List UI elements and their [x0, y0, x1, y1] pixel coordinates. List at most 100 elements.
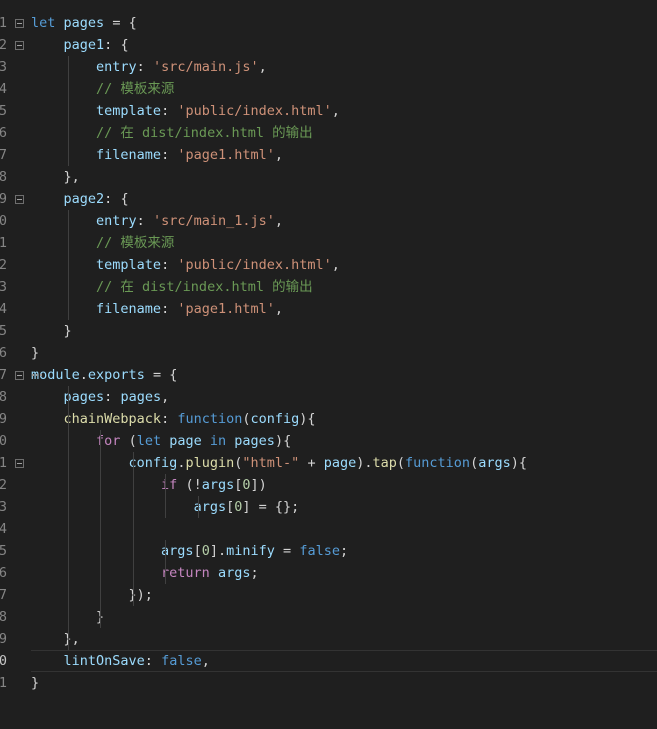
code-line[interactable]: }); — [31, 584, 657, 606]
code-token: chainWebpack — [63, 411, 162, 427]
line-number: 10 — [0, 213, 7, 229]
code-token: // 模板来源 — [96, 235, 175, 251]
code-line[interactable]: // 在 dist/index.html 的输出 — [31, 122, 657, 144]
code-line[interactable]: args[0] = {}; — [31, 496, 657, 518]
code-line[interactable]: filename: 'page1.html', — [31, 298, 657, 320]
code-line[interactable] — [31, 518, 657, 540]
line-number: 2 — [0, 37, 7, 53]
code-line[interactable]: if (!args[0]) — [31, 474, 657, 496]
code-token: pages — [234, 433, 275, 449]
code-token: plugin — [185, 455, 235, 471]
code-line[interactable]: }, — [31, 628, 657, 650]
code-line[interactable]: template: 'public/index.html', — [31, 254, 657, 276]
code-token: { — [128, 15, 137, 31]
current-code-line[interactable]: lintOnSave: false, — [31, 650, 657, 672]
code-token: page2 — [63, 191, 105, 207]
code-line[interactable]: } — [31, 342, 657, 364]
code-line[interactable]: chainWebpack: function(config){ — [31, 408, 657, 430]
code-token: , — [331, 257, 340, 273]
code-token: "html-" — [242, 455, 300, 471]
line-number: 4 — [0, 81, 7, 97]
code-line[interactable]: // 在 dist/index.html 的输出 — [31, 276, 657, 298]
line-number: 16 — [0, 345, 7, 361]
code-token: template — [96, 103, 162, 119]
code-token: 'public/index.html' — [177, 257, 332, 273]
line-number: 5 — [0, 103, 7, 119]
code-token: ; — [250, 565, 259, 581]
code-editor[interactable]: 1234567891011121314151617181920212223242… — [0, 0, 657, 729]
code-line[interactable]: page1: { — [31, 34, 657, 56]
line-number: 30 — [0, 653, 7, 669]
code-token: { — [120, 37, 129, 53]
fold-collapse-icon[interactable] — [15, 459, 24, 468]
indent-guide — [165, 474, 166, 518]
code-line[interactable]: }, — [31, 166, 657, 188]
code-token: minify — [226, 543, 275, 559]
code-token: [ — [226, 499, 235, 515]
code-line[interactable]: page2: { — [31, 188, 657, 210]
line-number: 13 — [0, 279, 7, 295]
code-token: false — [299, 543, 340, 559]
code-line[interactable]: module.exports = { — [31, 364, 657, 386]
fold-collapse-icon[interactable] — [15, 371, 24, 380]
line-number: 22 — [0, 477, 7, 493]
code-line[interactable]: return args; — [31, 562, 657, 584]
code-token: exports — [87, 367, 145, 383]
indent-guide — [100, 430, 101, 628]
code-line[interactable]: } — [31, 606, 657, 628]
indent-guide — [68, 56, 69, 166]
code-token: . — [79, 367, 88, 383]
code-line[interactable]: entry: 'src/main.js', — [31, 56, 657, 78]
code-token: : — [161, 301, 170, 317]
code-line[interactable]: config.plugin("html-" + page).tap(functi… — [31, 452, 657, 474]
line-number: 24 — [0, 521, 7, 537]
code-line[interactable]: filename: 'page1.html', — [31, 144, 657, 166]
code-token: : — [136, 213, 145, 229]
code-token: pages — [120, 389, 162, 405]
line-number: 15 — [0, 323, 7, 339]
code-token: , — [258, 59, 267, 75]
fold-collapse-icon[interactable] — [15, 19, 24, 28]
code-token: page — [323, 455, 357, 471]
code-token: page — [169, 433, 202, 449]
code-token: filename — [96, 147, 162, 163]
code-line[interactable]: entry: 'src/main_1.js', — [31, 210, 657, 232]
code-line[interactable]: } — [31, 320, 657, 342]
code-line[interactable]: template: 'public/index.html', — [31, 100, 657, 122]
line-number: 6 — [0, 125, 7, 141]
code-token: { — [120, 191, 129, 207]
code-line[interactable]: let pages = { — [31, 12, 657, 34]
fold-collapse-icon[interactable] — [15, 195, 24, 204]
code-token: } — [63, 323, 72, 339]
code-token: args — [478, 455, 511, 471]
code-token: } — [31, 345, 40, 361]
indent-guide — [198, 496, 199, 518]
line-number: 12 — [0, 257, 7, 273]
code-line[interactable]: // 模板来源 — [31, 232, 657, 254]
code-token: let — [31, 15, 56, 31]
code-token: ! — [193, 477, 202, 493]
code-line[interactable]: // 模板来源 — [31, 78, 657, 100]
line-number: 17 — [0, 367, 7, 383]
code-line[interactable]: args[0].minify = false; — [31, 540, 657, 562]
fold-collapse-icon[interactable] — [15, 41, 24, 50]
code-token: filename — [96, 301, 162, 317]
code-line[interactable]: pages: pages, — [31, 386, 657, 408]
code-line[interactable]: for (let page in pages){ — [31, 430, 657, 452]
code-line[interactable]: } — [31, 672, 657, 694]
code-token: 'src/main_1.js' — [152, 213, 275, 229]
